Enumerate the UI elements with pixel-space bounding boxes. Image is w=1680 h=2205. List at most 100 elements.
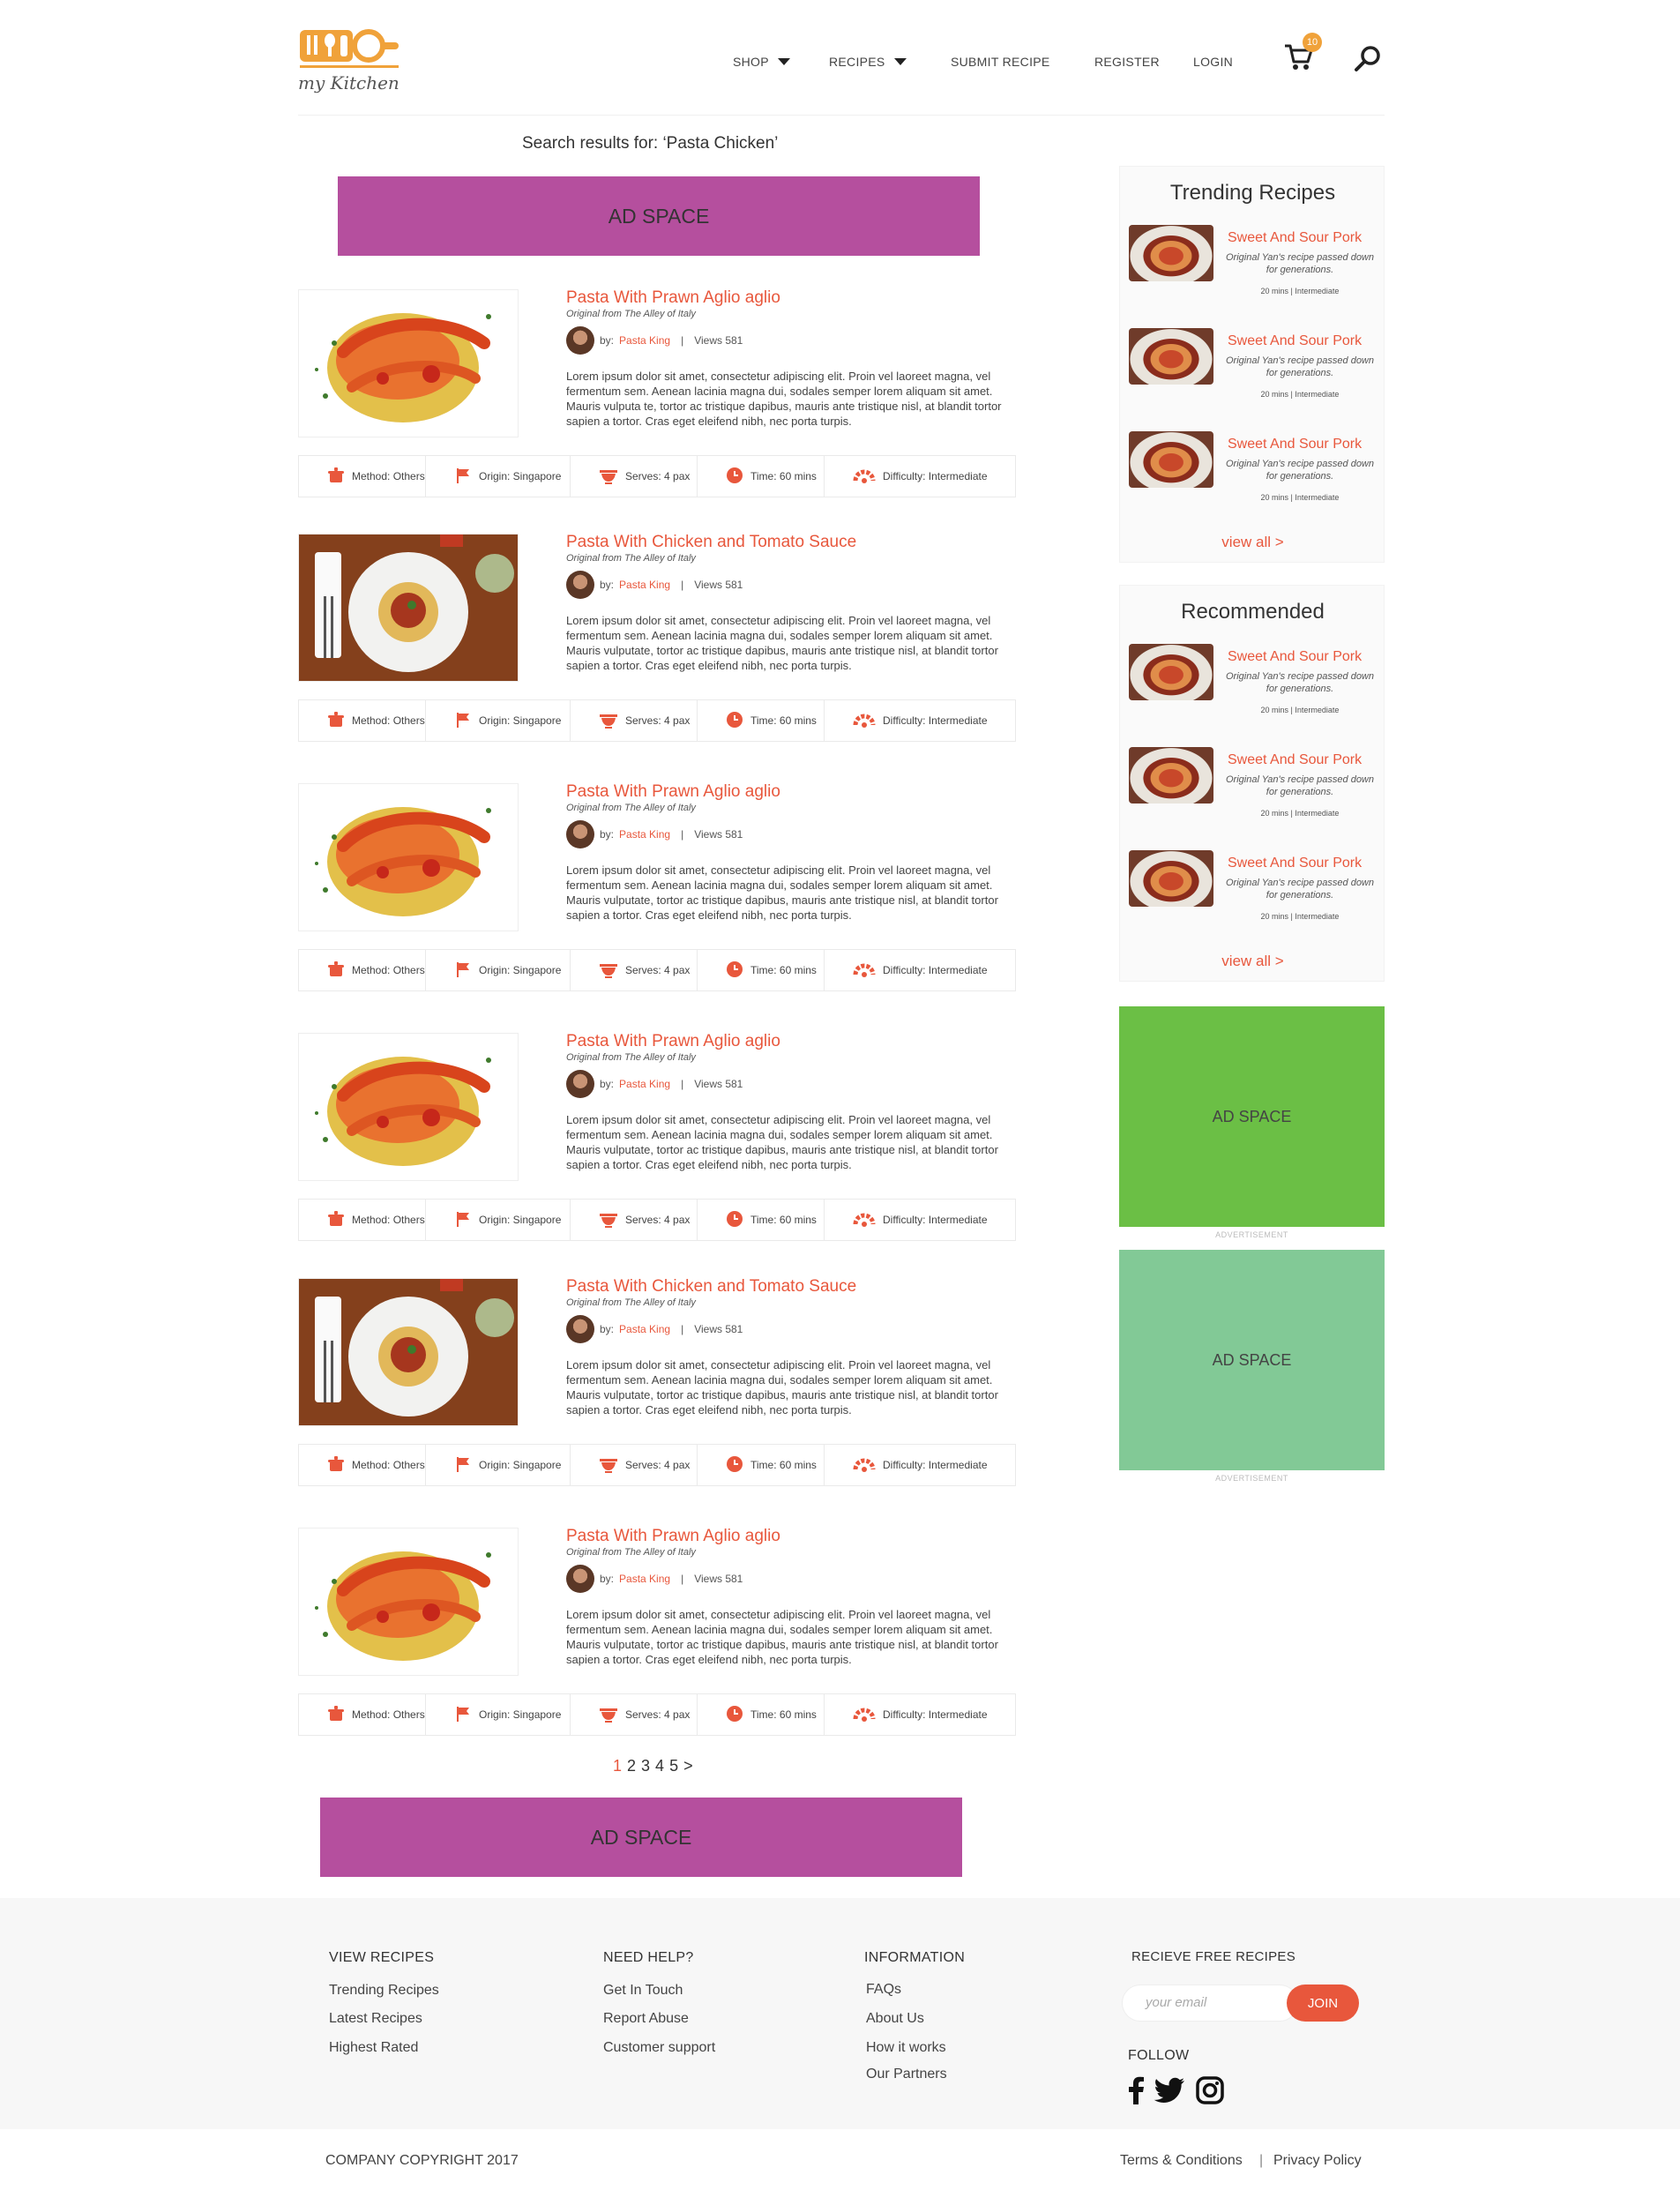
sidebar-recipe-item[interactable]: Sweet And Sour Pork Original Yan's recip… — [1129, 850, 1380, 938]
recipe-meta-time: Time: 60 mins — [698, 1694, 825, 1735]
page-link-2[interactable]: 2 — [627, 1757, 636, 1775]
sidebar-recipe-name[interactable]: Sweet And Sour Pork — [1228, 333, 1362, 349]
search-button[interactable] — [1354, 44, 1382, 72]
nav-shop[interactable]: SHOP — [733, 55, 790, 69]
sidebar-recipe-image[interactable] — [1129, 747, 1213, 804]
recipe-title[interactable]: Pasta With Chicken and Tomato Sauce — [566, 1277, 856, 1297]
sidebar-recipe-image[interactable] — [1129, 850, 1213, 907]
recommended-view-all-link[interactable]: view all > — [1120, 953, 1385, 970]
ad-sidebar-2[interactable]: AD SPACE — [1119, 1250, 1385, 1470]
avatar[interactable] — [566, 1565, 594, 1593]
page-link-4[interactable]: 4 — [655, 1757, 664, 1775]
recipe-title[interactable]: Pasta With Prawn Aglio aglio — [566, 1527, 780, 1546]
clock-icon — [726, 711, 743, 731]
recipe-image[interactable] — [298, 534, 519, 682]
nav-register[interactable]: REGISTER — [1094, 55, 1160, 69]
recipe-card: Pasta With Prawn Aglio aglio Original fro… — [298, 1527, 1017, 1768]
nav-submit-recipe[interactable]: SUBMIT RECIPE — [951, 55, 1050, 69]
recipe-image[interactable] — [298, 1033, 519, 1181]
sidebar-recipe-image[interactable] — [1129, 328, 1213, 385]
sidebar-recipe-item[interactable]: Sweet And Sour Pork Original Yan's recip… — [1129, 431, 1380, 519]
pot-icon — [327, 1210, 345, 1230]
privacy-link[interactable]: Privacy Policy — [1273, 2153, 1362, 2169]
sidebar-recipe-meta: 20 mins | Intermediate — [1260, 809, 1340, 818]
avatar[interactable] — [566, 820, 594, 848]
recipe-card: Pasta With Prawn Aglio aglio Original fro… — [298, 782, 1017, 1024]
recipe-meta-serves: Serves: 4 pax — [571, 1694, 698, 1735]
instagram-link[interactable] — [1196, 2076, 1224, 2104]
sidebar-recipe-name[interactable]: Sweet And Sour Pork — [1228, 649, 1362, 665]
recipe-meta-serves: Serves: 4 pax — [571, 456, 698, 497]
footer-link-trending[interactable]: Trending Recipes — [329, 1983, 439, 1999]
footer-link-highest-rated[interactable]: Highest Rated — [329, 2040, 418, 2056]
recipe-author-link[interactable]: Pasta King — [619, 828, 670, 841]
ad-banner-bottom[interactable]: AD SPACE — [320, 1798, 962, 1877]
recipe-author-link[interactable]: Pasta King — [619, 1323, 670, 1335]
twitter-icon — [1154, 2077, 1184, 2103]
recipe-author-link[interactable]: Pasta King — [619, 579, 670, 591]
twitter-link[interactable] — [1154, 2076, 1185, 2104]
terms-link[interactable]: Terms & Conditions — [1120, 2153, 1243, 2169]
recipe-meta-difficulty: Difficulty: Intermediate — [825, 1200, 1015, 1240]
ad-banner-top[interactable]: AD SPACE — [338, 176, 980, 256]
recipe-meta-origin: Origin: Singapore — [426, 700, 571, 741]
recipe-card: Pasta With Chicken and Tomato Sauce Origi… — [298, 533, 1017, 774]
sidebar-recipe-item[interactable]: Sweet And Sour Pork Original Yan's recip… — [1129, 747, 1380, 835]
join-button[interactable]: JOIN — [1287, 1984, 1359, 2022]
sidebar-recipe-item[interactable]: Sweet And Sour Pork Original Yan's recip… — [1129, 225, 1380, 313]
sidebar-recipe-name[interactable]: Sweet And Sour Pork — [1228, 752, 1362, 768]
email-input[interactable]: your email — [1122, 1984, 1298, 2022]
clock-icon — [726, 1705, 743, 1725]
recipe-meta-difficulty-text: Difficulty: Intermediate — [883, 1459, 988, 1471]
avatar[interactable] — [566, 1315, 594, 1343]
recipe-image[interactable] — [298, 1528, 519, 1676]
recipe-author-link[interactable]: Pasta King — [619, 1078, 670, 1090]
facebook-link[interactable] — [1123, 2076, 1151, 2104]
avatar[interactable] — [566, 326, 594, 355]
recipe-author-link[interactable]: Pasta King — [619, 1573, 670, 1585]
nav-recipes[interactable]: RECIPES — [829, 55, 907, 69]
next-page-link[interactable]: > — [683, 1757, 693, 1775]
recipe-title[interactable]: Pasta With Chicken and Tomato Sauce — [566, 533, 856, 552]
footer-link-latest[interactable]: Latest Recipes — [329, 2011, 422, 2027]
sidebar-recipe-image[interactable] — [1129, 431, 1213, 488]
page-link-3[interactable]: 3 — [641, 1757, 650, 1775]
sidebar-recipe-name[interactable]: Sweet And Sour Pork — [1228, 437, 1362, 452]
avatar[interactable] — [566, 1070, 594, 1098]
author-views-separator: | — [681, 1323, 684, 1335]
page-link-1[interactable]: 1 — [613, 1757, 622, 1775]
sidebar-recipe-name[interactable]: Sweet And Sour Pork — [1228, 230, 1362, 246]
footer-link-get-in-touch[interactable]: Get In Touch — [603, 1983, 683, 1999]
sidebar-recipe-name[interactable]: Sweet And Sour Pork — [1228, 856, 1362, 871]
page-link-5[interactable]: 5 — [669, 1757, 678, 1775]
nav-login[interactable]: LOGIN — [1193, 55, 1233, 69]
recipe-meta-method: Method: Others — [299, 1445, 426, 1485]
recipe-meta-difficulty: Difficulty: Intermediate — [825, 1445, 1015, 1485]
recipe-image[interactable] — [298, 289, 519, 437]
sidebar-recipe-item[interactable]: Sweet And Sour Pork Original Yan's recip… — [1129, 328, 1380, 416]
recipe-author-link[interactable]: Pasta King — [619, 334, 670, 347]
recipe-author-row: by: Pasta King | Views 581 — [566, 1315, 743, 1343]
ad-sidebar-1[interactable]: AD SPACE — [1119, 1006, 1385, 1227]
cart-count-badge: 10 — [1303, 33, 1322, 52]
trending-view-all-link[interactable]: view all > — [1120, 534, 1385, 551]
footer-link-how-it-works[interactable]: How it works — [866, 2040, 946, 2056]
trending-recipes-panel: Trending Recipes Sweet And Sour Pork Ori… — [1119, 166, 1385, 563]
recipe-meta-difficulty-text: Difficulty: Intermediate — [883, 714, 988, 727]
footer-link-customer-support[interactable]: Customer support — [603, 2040, 715, 2056]
recipe-title[interactable]: Pasta With Prawn Aglio aglio — [566, 782, 780, 802]
footer-link-faqs[interactable]: FAQs — [866, 1982, 901, 1998]
footer-link-our-partners[interactable]: Our Partners — [866, 2067, 947, 2082]
sidebar-recipe-item[interactable]: Sweet And Sour Pork Original Yan's recip… — [1129, 644, 1380, 732]
recipe-views: Views 581 — [694, 579, 743, 591]
avatar[interactable] — [566, 571, 594, 599]
sidebar-recipe-image[interactable] — [1129, 644, 1213, 700]
footer-bottom-bar — [0, 2129, 1680, 2205]
footer-link-report-abuse[interactable]: Report Abuse — [603, 2011, 689, 2027]
footer-link-about-us[interactable]: About Us — [866, 2011, 924, 2027]
recipe-title[interactable]: Pasta With Prawn Aglio aglio — [566, 1032, 780, 1051]
sidebar-recipe-image[interactable] — [1129, 225, 1213, 281]
recipe-title[interactable]: Pasta With Prawn Aglio aglio — [566, 288, 780, 308]
recipe-image[interactable] — [298, 1278, 519, 1426]
recipe-image[interactable] — [298, 783, 519, 931]
